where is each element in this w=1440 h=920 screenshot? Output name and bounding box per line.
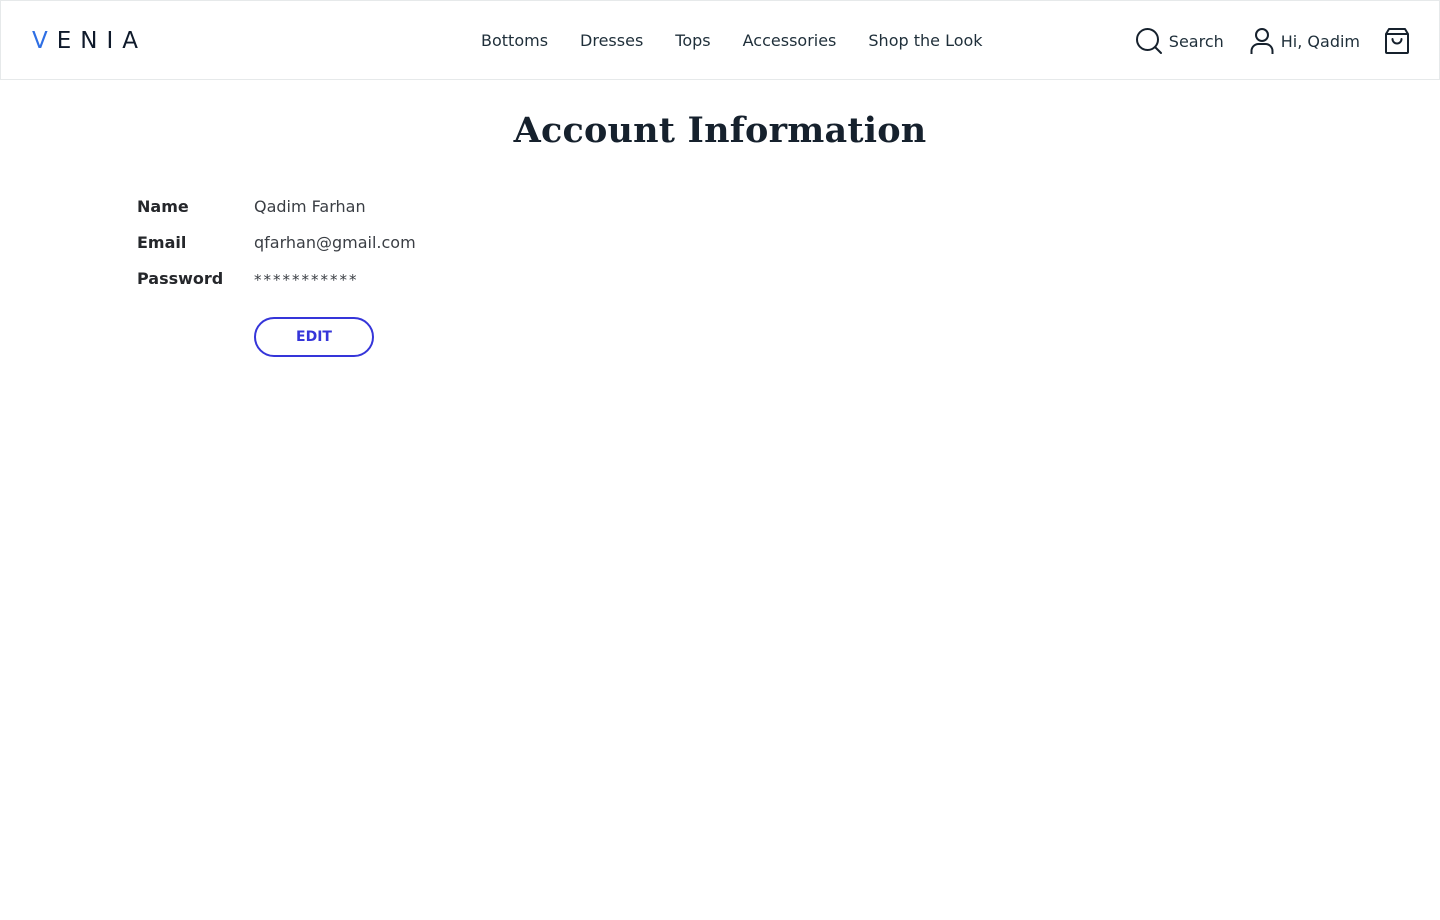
user-icon <box>1250 27 1281 55</box>
nav-item-dresses[interactable]: Dresses <box>564 27 659 55</box>
shopping-bag-icon <box>1384 27 1410 55</box>
logo-accent-letter: V <box>32 28 57 54</box>
cart-button[interactable] <box>1384 27 1410 55</box>
nav-item-bottoms[interactable]: Bottoms <box>465 27 564 55</box>
venia-logo[interactable]: VENIA <box>32 27 147 55</box>
password-label: Password <box>137 268 224 288</box>
email-value: qfarhan@gmail.com <box>254 232 416 252</box>
site-header: VENIA Bottoms Dresses Tops Accessories S… <box>0 0 1440 80</box>
info-row-name: Name Qadim Farhan <box>137 188 416 224</box>
nav-item-tops[interactable]: Tops <box>659 27 726 55</box>
main-nav: Bottoms Dresses Tops Accessories Shop th… <box>465 27 999 55</box>
edit-button[interactable]: EDIT <box>254 317 374 357</box>
nav-item-shop-the-look[interactable]: Shop the Look <box>852 27 998 55</box>
nav-item-accessories[interactable]: Accessories <box>727 27 853 55</box>
account-greeting: Hi, Qadim <box>1280 31 1360 51</box>
search-button[interactable]: Search <box>1135 27 1224 55</box>
email-label: Email <box>137 232 187 252</box>
info-row-email: Email qfarhan@gmail.com <box>137 224 416 260</box>
page-title: Account Information <box>513 110 927 151</box>
account-button[interactable]: Hi, Qadim <box>1250 27 1360 55</box>
account-info: Name Qadim Farhan Email qfarhan@gmail.co… <box>137 188 416 296</box>
name-label: Name <box>137 196 189 216</box>
name-value: Qadim Farhan <box>254 196 366 216</box>
search-icon <box>1135 27 1169 55</box>
password-value: *********** <box>254 271 359 289</box>
header-actions: Search Hi, Qadim <box>1135 26 1410 56</box>
search-label: Search <box>1168 31 1224 51</box>
info-row-password: Password *********** <box>137 260 416 296</box>
logo-rest-letters: ENIA <box>56 28 147 54</box>
